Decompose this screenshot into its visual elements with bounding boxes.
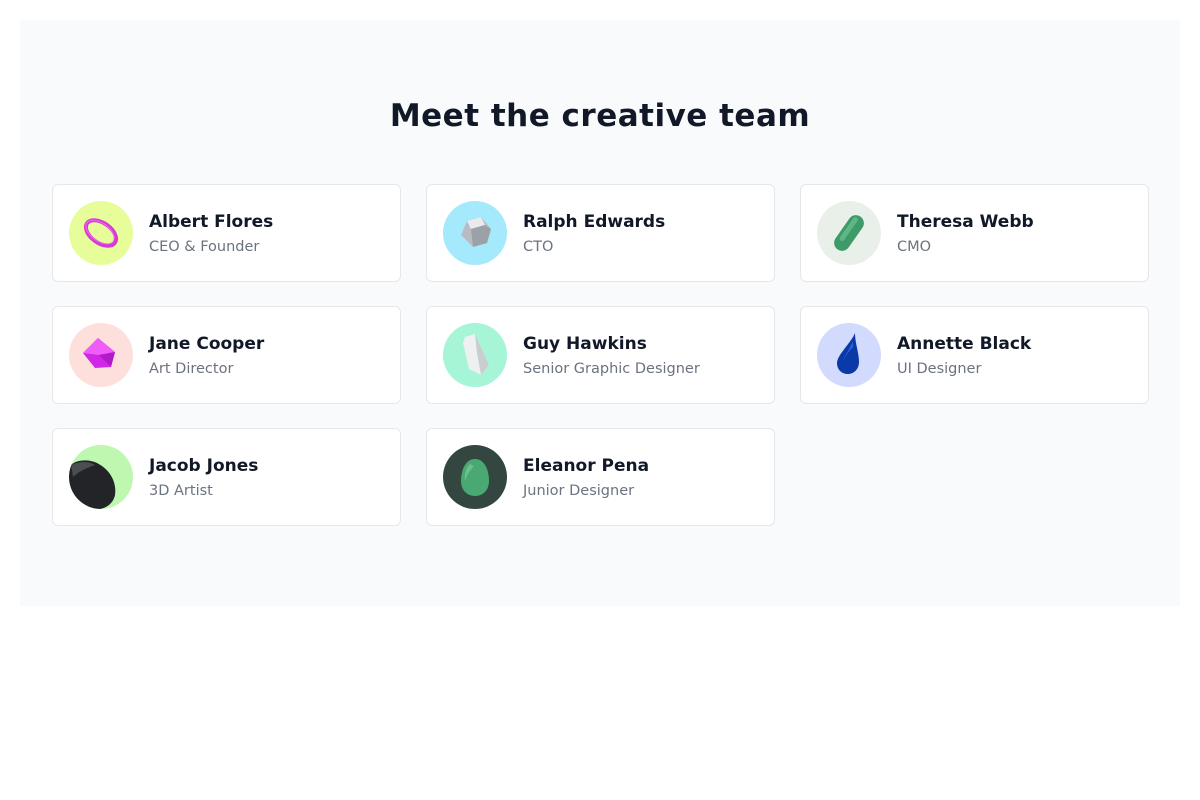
team-card: Eleanor Pena Junior Designer: [426, 428, 775, 526]
avatar: [69, 201, 133, 265]
member-role: Junior Designer: [523, 482, 635, 499]
avatar: [69, 323, 133, 387]
member-name: Albert Flores: [149, 211, 274, 232]
avatar: [443, 323, 507, 387]
member-role: Art Director: [149, 360, 234, 377]
avatar: [817, 323, 881, 387]
cube-icon: [461, 217, 491, 247]
avatar: [69, 445, 133, 509]
member-name: Guy Hawkins: [523, 333, 647, 354]
team-section: Meet the creative team Albert Flores CEO…: [20, 20, 1180, 606]
member-role: UI Designer: [897, 360, 982, 377]
drop-icon: [837, 333, 859, 374]
team-card: Ralph Edwards CTO: [426, 184, 775, 282]
rock-icon: [69, 460, 116, 509]
gem-icon: [83, 338, 115, 368]
team-card: Theresa Webb CMO: [800, 184, 1149, 282]
capsule-icon: [834, 215, 864, 251]
section-title: Meet the creative team: [389, 98, 811, 134]
member-name: Ralph Edwards: [523, 211, 666, 232]
member-role: 3D Artist: [149, 482, 213, 499]
member-name: Theresa Webb: [897, 211, 1034, 232]
member-name: Eleanor Pena: [523, 455, 650, 476]
member-name: Jacob Jones: [149, 455, 259, 476]
team-card: Albert Flores CEO & Founder: [52, 184, 401, 282]
ring-icon: [83, 218, 119, 248]
egg-icon: [461, 459, 489, 496]
member-name: Annette Black: [897, 333, 1032, 354]
team-card: Jane Cooper Art Director: [52, 306, 401, 404]
member-name: Jane Cooper: [149, 333, 265, 354]
avatar: [443, 445, 507, 509]
member-role: CTO: [523, 238, 554, 255]
member-role: CEO & Founder: [149, 238, 260, 255]
team-card: Annette Black UI Designer: [800, 306, 1149, 404]
team-card: Guy Hawkins Senior Graphic Designer: [426, 306, 775, 404]
avatar: [443, 201, 507, 265]
team-grid: Albert Flores CEO & Founder Ralph Edward…: [52, 184, 1149, 526]
member-role: Senior Graphic Designer: [523, 360, 700, 377]
crystal-icon: [463, 334, 489, 375]
team-card: Jacob Jones 3D Artist: [52, 428, 401, 526]
avatar: [817, 201, 881, 265]
member-role: CMO: [897, 238, 932, 255]
